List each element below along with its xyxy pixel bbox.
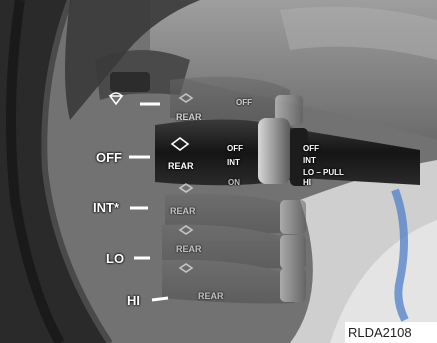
position-label-int: INT* <box>93 200 119 215</box>
ring-int-mark: INT <box>303 156 316 165</box>
position-label-hi: HI <box>127 293 140 308</box>
position-label-lo: LO <box>106 251 125 266</box>
lever-on-mark: ON <box>228 178 240 187</box>
ring-lo-pull-mark: LO – PULL <box>303 168 344 177</box>
ring-hi-mark: HI <box>303 178 311 187</box>
lever-rear-label: REAR <box>168 161 194 171</box>
figure-code: RLDA2108 <box>345 322 437 343</box>
ring-off-mark: OFF <box>303 144 319 153</box>
position-label-off: OFF <box>96 150 122 165</box>
lever-rear-label-hi: REAR <box>198 291 224 301</box>
lever-rear-label-int: REAR <box>170 206 196 216</box>
lever-off-mark: OFF <box>227 144 243 153</box>
lever-int-mark: INT <box>227 158 240 167</box>
lever-off-mark-upper: OFF <box>236 98 252 107</box>
lever-rear-label-lo: REAR <box>176 244 202 254</box>
lever-rear-label-mist: REAR <box>176 112 202 122</box>
wiper-lever-photo: OFF INT* LO HI REAR REAR REAR REAR REAR … <box>0 0 437 343</box>
